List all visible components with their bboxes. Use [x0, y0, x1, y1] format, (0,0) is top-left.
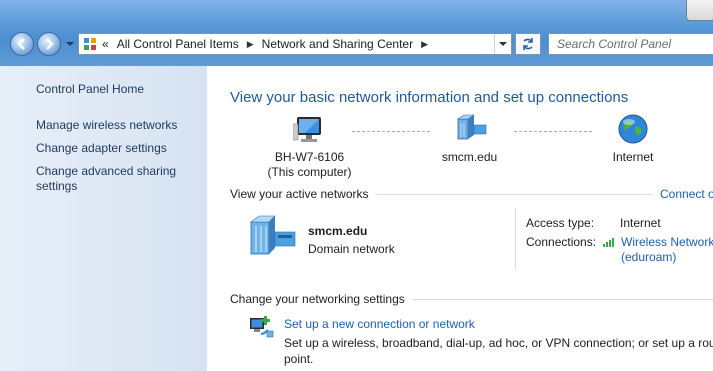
sidebar-item-change-advanced-sharing-settings[interactable]: Change advanced sharing settings — [36, 164, 176, 194]
main-content: View your basic network information and … — [207, 66, 713, 371]
active-network-type: Domain network — [308, 242, 395, 256]
section-divider — [375, 194, 653, 195]
forward-button[interactable] — [37, 32, 61, 56]
connect-or-disconnect-link[interactable]: Connect o — [660, 187, 713, 201]
recent-pages-dropdown[interactable] — [66, 42, 74, 46]
sidebar-item-label: settings — [36, 179, 78, 193]
computer-icon[interactable] — [293, 114, 327, 146]
active-network-name: smcm.edu — [308, 224, 368, 238]
connection-line — [514, 131, 592, 132]
section-divider — [515, 208, 516, 270]
minimize-button[interactable] — [686, 0, 713, 21]
wireless-network-link[interactable]: Wireless Network — [621, 235, 713, 249]
new-connection-icon — [250, 316, 274, 338]
address-dropdown-button[interactable] — [494, 34, 511, 54]
wireless-network-ssid-link[interactable]: (eduroam) — [621, 250, 676, 264]
forward-arrow-icon — [46, 38, 54, 50]
breadcrumb-separator-icon[interactable]: ▶ — [421, 39, 428, 50]
search-input[interactable]: Search Control Panel — [548, 33, 713, 55]
breadcrumb-network-and-sharing-center[interactable]: Network and Sharing Center — [262, 37, 413, 51]
sidebar: Control Panel Home Manage wireless netwo… — [0, 66, 207, 371]
refresh-icon — [523, 38, 533, 50]
setup-new-connection-description: Set up a wireless, broadband, dial-up, a… — [284, 336, 713, 350]
sidebar-item-label: Change advanced sharing — [36, 164, 177, 178]
sidebar-item-change-adapter-settings[interactable]: Change adapter settings — [36, 141, 167, 156]
wireless-signal-icon — [603, 238, 614, 247]
network-icon[interactable] — [454, 113, 490, 143]
section-divider — [413, 299, 713, 300]
breadcrumb-overflow[interactable]: « — [102, 37, 109, 51]
network-name: smcm.edu — [441, 150, 498, 164]
change-settings-heading: Change your networking settings — [230, 292, 405, 306]
back-arrow-icon — [17, 38, 25, 50]
sidebar-item-label: Change adapter settings — [36, 141, 167, 155]
sidebar-control-panel-home[interactable]: Control Panel Home — [36, 82, 144, 96]
access-type-label: Access type: — [526, 216, 595, 230]
computer-subtitle: (This computer) — [267, 165, 352, 179]
setup-new-connection-link[interactable]: Set up a new connection or network — [284, 317, 475, 331]
control-panel-icon — [84, 38, 96, 50]
connections-label: Connections: — [526, 235, 597, 249]
breadcrumb-all-control-panel-items[interactable]: All Control Panel Items — [117, 37, 239, 51]
active-networks-heading: View your active networks — [230, 187, 369, 201]
window-chrome: « All Control Panel Items ▶ Network and … — [0, 0, 713, 66]
back-button[interactable] — [10, 32, 34, 56]
internet-label: Internet — [612, 150, 654, 164]
domain-network-icon — [250, 215, 296, 255]
connection-line — [352, 131, 430, 132]
breadcrumb-separator-icon[interactable]: ▶ — [247, 39, 254, 50]
sidebar-item-label: Manage wireless networks — [36, 118, 178, 132]
globe-icon[interactable] — [617, 113, 649, 145]
setup-new-connection-description-cont: point. — [284, 352, 314, 366]
page-title: View your basic network information and … — [230, 89, 629, 106]
address-bar[interactable]: « All Control Panel Items ▶ Network and … — [78, 33, 512, 55]
computer-name: BH-W7-6106 — [274, 150, 345, 164]
sidebar-item-manage-wireless-networks[interactable]: Manage wireless networks — [36, 118, 177, 133]
access-type-value: Internet — [620, 216, 661, 230]
refresh-button[interactable] — [515, 33, 541, 55]
